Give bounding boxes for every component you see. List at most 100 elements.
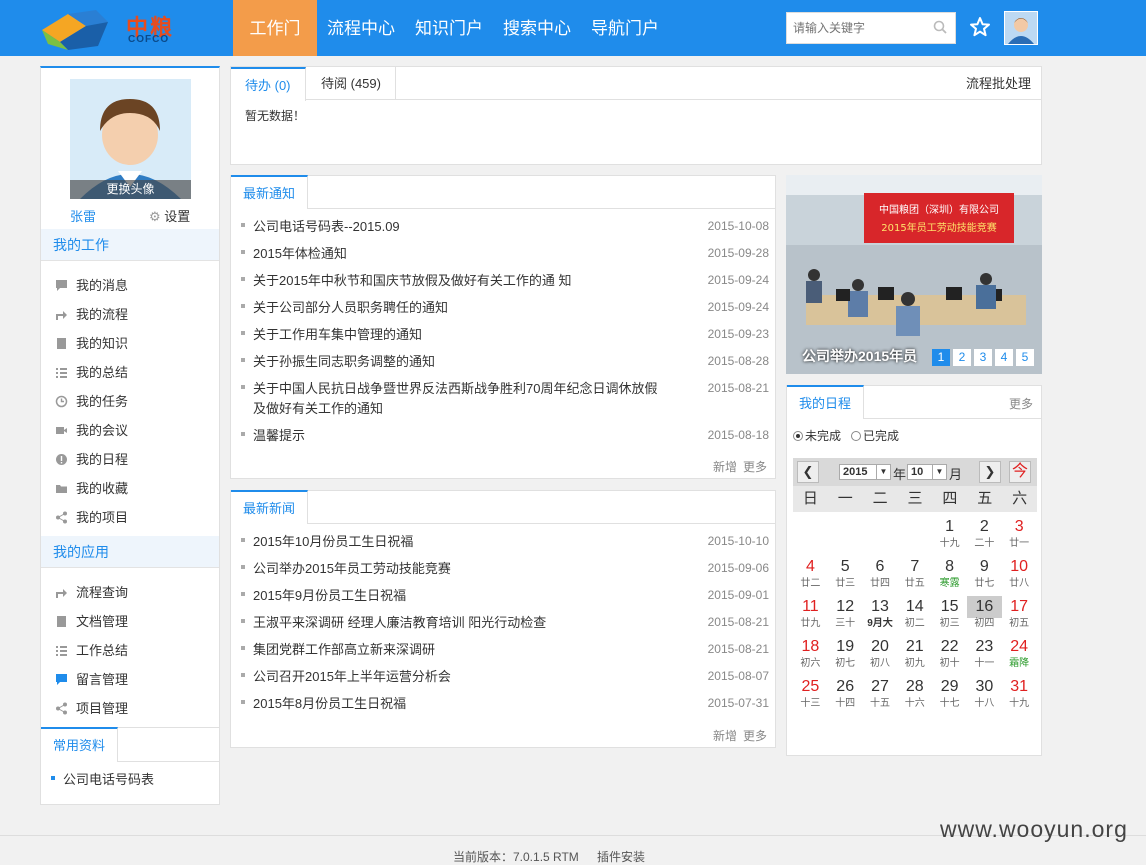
month-select[interactable]: 10 ▼ — [907, 464, 947, 480]
radio-unfinished[interactable]: 未完成 — [793, 427, 841, 444]
menu-document-management[interactable]: 文档管理 — [41, 607, 219, 636]
menu-my-schedule[interactable]: 我的日程 — [41, 445, 219, 474]
calendar-day[interactable]: 12 三十 — [828, 592, 863, 632]
slideshow-caption[interactable]: 公司举办2015年员 — [802, 346, 917, 366]
change-avatar-button[interactable]: 更换头像 — [70, 180, 191, 199]
calendar-day[interactable]: 7 廿五 — [897, 552, 932, 592]
calendar-day[interactable]: 28 十六 — [897, 672, 932, 712]
news-slideshow[interactable]: 中国粮团（深圳）有限公司 2015年员工劳动技能竞赛 公司举办2015年员 1 … — [786, 175, 1042, 374]
calendar-day[interactable]: 14 初二 — [897, 592, 932, 632]
search-icon[interactable] — [933, 20, 947, 34]
calendar-day[interactable]: 24 霜降 — [1002, 632, 1037, 672]
schedule-more-link[interactable]: 更多 — [1009, 395, 1033, 412]
cofco-logo[interactable]: 中粮 COFCO — [38, 8, 198, 52]
common-docs-tab[interactable]: 常用资料 — [41, 727, 119, 762]
user-name-link[interactable]: 张雷 — [70, 206, 96, 225]
calendar-day[interactable]: 16 初四 — [966, 592, 1002, 632]
menu-my-summary[interactable]: 我的总结 — [41, 358, 219, 387]
news-tab[interactable]: 最新新闻 — [231, 490, 309, 524]
calendar-day[interactable]: 11 廿九 — [793, 592, 828, 632]
tab-pending[interactable]: 待办 (0) — [231, 67, 306, 101]
calendar-day[interactable]: 31 十九 — [1002, 672, 1037, 712]
bullet — [241, 432, 245, 436]
menu-work-summary[interactable]: 工作总结 — [41, 636, 219, 665]
menu-project-management[interactable]: 项目管理 — [41, 694, 219, 723]
calendar-day[interactable]: 25 十三 — [793, 672, 828, 712]
search-input[interactable] — [787, 13, 927, 43]
batch-process-link[interactable]: 流程批处理 — [966, 67, 1031, 100]
weekday: 四 — [942, 490, 958, 507]
nav-process-center[interactable]: 流程中心 — [317, 0, 405, 56]
lunar-date: 十三 — [800, 698, 821, 709]
schedule-panel: 我的日程 更多 未完成 已完成 ❮ 2015 ▼ 年 10 ▼ 月 ❯ 今 日一二三… — [786, 385, 1042, 756]
calendar-day[interactable]: 10 廿八 — [1002, 552, 1037, 592]
calendar-day[interactable]: 3 廿一 — [1002, 512, 1037, 552]
menu-my-favorites[interactable]: 我的收藏 — [41, 474, 219, 503]
day-number: 4 — [805, 558, 815, 575]
settings-label: 设置 — [164, 209, 191, 224]
notices-tab[interactable]: 最新通知 — [231, 175, 309, 209]
item-date: 2015-08-21 — [707, 381, 769, 395]
calendar-day[interactable]: 2 二十 — [967, 512, 1002, 552]
plugin-install-link[interactable]: 插件安装 — [597, 848, 645, 865]
bullet — [241, 250, 245, 254]
calendar-day[interactable]: 29 十七 — [932, 672, 967, 712]
schedule-tab[interactable]: 我的日程 — [787, 385, 865, 419]
calendar-day[interactable]: 15 初三 — [932, 592, 967, 632]
menu-my-knowledge[interactable]: 我的知识 — [41, 329, 219, 358]
slide-page-5[interactable]: 5 — [1016, 349, 1034, 366]
user-avatar[interactable] — [1004, 11, 1038, 45]
today-button[interactable]: 今 — [1009, 461, 1031, 483]
slide-page-2[interactable]: 2 — [953, 349, 971, 366]
settings-link[interactable]: ⚙ 设置 — [149, 206, 190, 225]
calendar-day[interactable]: 1 十九 — [932, 512, 967, 552]
menu-my-process[interactable]: 我的流程 — [41, 300, 219, 329]
watermark: www.wooyun.org — [940, 816, 1128, 842]
nav-work-portal[interactable]: 工作门户 — [233, 0, 317, 96]
calendar-day[interactable]: 18 初六 — [793, 632, 828, 672]
project-share-icon — [56, 702, 67, 715]
menu-my-meetings[interactable]: 我的会议 — [41, 416, 219, 445]
menu-my-messages[interactable]: 我的消息 — [41, 271, 219, 300]
next-month-button[interactable]: ❯ — [979, 461, 1001, 483]
calendar-day[interactable]: 30 十八 — [967, 672, 1002, 712]
calendar-day[interactable]: 22 初十 — [932, 632, 967, 672]
slide-page-1[interactable]: 1 — [932, 349, 950, 366]
news-more-link[interactable]: 更多 — [743, 729, 767, 743]
calendar-day[interactable]: 17 初五 — [1002, 592, 1037, 632]
calendar-day[interactable]: 26 十四 — [828, 672, 863, 712]
lunar-date: 寒露 — [939, 578, 960, 589]
nav-knowledge-portal[interactable]: 知识门户 — [405, 0, 493, 56]
calendar-day[interactable]: 21 初九 — [897, 632, 932, 672]
nav-navigation-portal[interactable]: 导航门户 — [581, 0, 669, 56]
tab-to-read[interactable]: 待阅 (459) — [307, 67, 396, 100]
calendar-day[interactable]: 8 寒露 — [932, 552, 967, 592]
favorite-star-icon[interactable] — [968, 14, 992, 40]
menu-message-management[interactable]: 留言管理 — [41, 665, 219, 694]
calendar-day[interactable]: 23 十一 — [967, 632, 1002, 672]
menu-label: 流程查询 — [76, 585, 129, 600]
calendar-day[interactable]: 9 廿七 — [967, 552, 1002, 592]
calendar-day[interactable]: 13 9月大 — [863, 592, 898, 632]
calendar-day[interactable]: 20 初八 — [863, 632, 898, 672]
calendar-day[interactable]: 5 廿三 — [828, 552, 863, 592]
notices-more-link[interactable]: 更多 — [743, 460, 767, 474]
lunar-date: 廿三 — [835, 578, 856, 589]
notices-add-link[interactable]: 新增 — [713, 460, 737, 474]
gear-icon: ⚙ — [149, 209, 161, 224]
year-select[interactable]: 2015 ▼ — [839, 464, 891, 480]
calendar-day[interactable]: 4 廿二 — [793, 552, 828, 592]
menu-process-query[interactable]: 流程查询 — [41, 578, 219, 607]
profile-photo[interactable]: 更换头像 — [70, 79, 191, 199]
radio-finished[interactable]: 已完成 — [851, 427, 899, 444]
slide-page-4[interactable]: 4 — [995, 349, 1013, 366]
menu-my-projects[interactable]: 我的项目 — [41, 503, 219, 532]
calendar-day[interactable]: 6 廿四 — [863, 552, 898, 592]
slide-page-3[interactable]: 3 — [974, 349, 992, 366]
calendar-day[interactable]: 27 十五 — [863, 672, 898, 712]
calendar-day[interactable]: 19 初七 — [828, 632, 863, 672]
menu-my-tasks[interactable]: 我的任务 — [41, 387, 219, 416]
nav-search-center[interactable]: 搜索中心 — [493, 0, 581, 56]
prev-month-button[interactable]: ❮ — [797, 461, 819, 483]
news-add-link[interactable]: 新增 — [713, 729, 737, 743]
